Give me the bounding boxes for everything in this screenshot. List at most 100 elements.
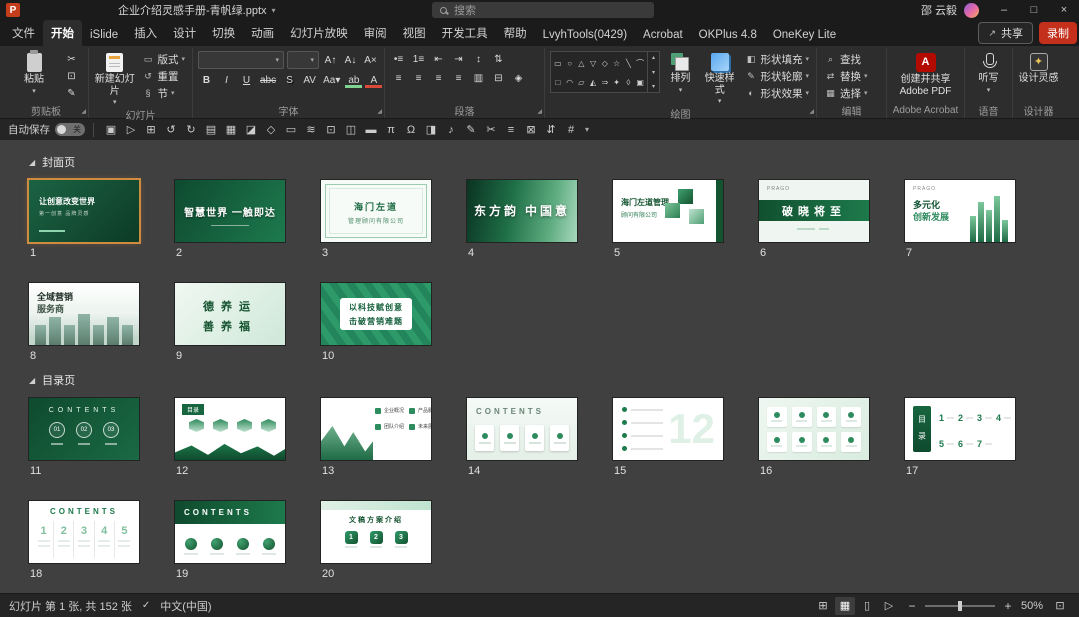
slide-thumbnail-20[interactable]: 文稿方案介绍123 bbox=[321, 501, 431, 563]
section-header-目录页[interactable]: ◢目录页 bbox=[29, 372, 1079, 388]
section-button[interactable]: §节▾ bbox=[139, 85, 187, 101]
strikethrough-icon[interactable]: abc bbox=[258, 72, 278, 88]
cut-tool-icon[interactable]: ✂ bbox=[482, 121, 500, 139]
tab-审阅[interactable]: 审阅 bbox=[356, 20, 395, 46]
slide-thumbnail-16[interactable] bbox=[759, 398, 869, 460]
tab-幻灯片放映[interactable]: 幻灯片放映 bbox=[282, 20, 356, 46]
slide-thumbnail-15[interactable]: 12 bbox=[613, 398, 723, 460]
font-dialog-launcher[interactable]: ◢ bbox=[377, 108, 382, 115]
shape-gallery-item-11-icon[interactable]: ▱ bbox=[578, 78, 584, 87]
font-color-icon[interactable]: A bbox=[365, 72, 382, 88]
comment-icon[interactable]: ◫ bbox=[342, 121, 360, 139]
clipboard-dialog-launcher[interactable]: ◢ bbox=[81, 108, 86, 115]
dictate-button[interactable]: 听写 ▾ bbox=[970, 51, 1007, 95]
shape-gallery-item-9-icon[interactable]: □ bbox=[555, 78, 560, 87]
record-button[interactable]: 录制 bbox=[1039, 22, 1077, 44]
tab-设计[interactable]: 设计 bbox=[165, 20, 204, 46]
shape-gallery-item-15-icon[interactable]: ◊ bbox=[626, 78, 630, 87]
symbol-icon[interactable]: Ω bbox=[402, 121, 420, 139]
shape-gallery-item-1-icon[interactable]: ▭ bbox=[554, 59, 562, 68]
columns-icon[interactable]: ▥ bbox=[470, 70, 487, 86]
tab-文件[interactable]: 文件 bbox=[4, 20, 43, 46]
character-spacing-icon[interactable]: AV bbox=[301, 72, 318, 88]
sort-icon[interactable]: ⇵ bbox=[542, 121, 560, 139]
slide-thumbnail-7[interactable]: PRAGO多元化创新发展 bbox=[905, 180, 1015, 242]
shape-gallery-item-3-icon[interactable]: △ bbox=[578, 59, 584, 68]
clear-formatting-icon[interactable]: A× bbox=[362, 52, 379, 68]
drawing-dialog-launcher[interactable]: ◢ bbox=[809, 108, 814, 115]
slide-thumbnail-12[interactable]: 目录 bbox=[175, 398, 285, 460]
tab-LvyhTools(0429)[interactable]: LvyhTools(0429) bbox=[535, 24, 635, 46]
maximize-button[interactable]: □ bbox=[1019, 0, 1049, 20]
reset-button[interactable]: ↺重置 bbox=[139, 68, 187, 84]
text-highlight-icon[interactable]: ab bbox=[345, 72, 362, 88]
shape-gallery-item-7-icon[interactable]: ╲ bbox=[626, 59, 631, 68]
change-case-icon[interactable]: Aa▾ bbox=[321, 72, 342, 88]
shapes-more-icon[interactable]: ▾ bbox=[652, 83, 655, 90]
slide-thumbnail-8[interactable]: 全域营销服务商 bbox=[29, 283, 139, 345]
autosave-toggle[interactable]: 自动保存 关 bbox=[8, 122, 85, 137]
align-text-icon[interactable]: ⊟ bbox=[490, 70, 507, 86]
bullets-icon[interactable]: •≡ bbox=[390, 51, 407, 67]
share-button[interactable]: ↗ 共享 bbox=[978, 22, 1033, 44]
shape-gallery-item-4-icon[interactable]: ▽ bbox=[590, 59, 596, 68]
search-box[interactable]: 搜索 bbox=[432, 2, 654, 18]
audio-icon[interactable]: ♪ bbox=[442, 121, 460, 139]
user-name[interactable]: 邵 云毅 bbox=[921, 2, 957, 18]
save-icon[interactable]: ▣ bbox=[102, 121, 120, 139]
underline-icon[interactable]: U bbox=[238, 72, 255, 88]
tab-OKPlus 4.8[interactable]: OKPlus 4.8 bbox=[691, 24, 765, 46]
slide-thumbnail-17[interactable]: 目 录1234567 bbox=[905, 398, 1015, 460]
decrease-font-size-icon[interactable]: A↓ bbox=[342, 52, 359, 68]
shape-gallery-item-14-icon[interactable]: ✦ bbox=[613, 78, 620, 87]
decrease-indent-icon[interactable]: ⇤ bbox=[430, 51, 447, 67]
shape-gallery-item-12-icon[interactable]: ◭ bbox=[590, 78, 596, 87]
shape-outline-button[interactable]: ✎形状轮廓▾ bbox=[742, 68, 811, 84]
zoom-level[interactable]: 50% bbox=[1021, 600, 1043, 612]
quick-styles-button[interactable]: 快速样式 ▾ bbox=[701, 51, 739, 106]
shape-effects-button[interactable]: ◐形状效果▾ bbox=[742, 85, 811, 101]
paste-button[interactable]: 粘贴 ▾ bbox=[9, 51, 59, 96]
font-name-select[interactable]: ▾ bbox=[198, 51, 284, 69]
numbering-icon[interactable]: 1≡ bbox=[410, 51, 427, 67]
shape-gallery-item-5-icon[interactable]: ◇ bbox=[602, 59, 608, 68]
tab-插入[interactable]: 插入 bbox=[126, 20, 165, 46]
tab-切换[interactable]: 切换 bbox=[204, 20, 243, 46]
increase-font-size-icon[interactable]: A↑ bbox=[322, 52, 339, 68]
slide-thumbnail-10[interactable]: 以科技赋创意击破营销难题 bbox=[321, 283, 431, 345]
smartart-icon[interactable]: ◈ bbox=[510, 70, 527, 86]
arrange-button[interactable]: 排列 ▾ bbox=[664, 51, 697, 95]
print-icon[interactable]: ▤ bbox=[202, 121, 220, 139]
normal-view-button[interactable]: ⊞ bbox=[813, 597, 833, 615]
create-pdf-button[interactable]: A 创建并共享 Adobe PDF bbox=[894, 51, 958, 97]
align-tool-icon[interactable]: ≡ bbox=[502, 121, 520, 139]
shape-gallery-item-16-icon[interactable]: ▣ bbox=[636, 78, 644, 87]
slide-thumbnail-2[interactable]: 智慧世界 一触即达 bbox=[175, 180, 285, 242]
italic-icon[interactable]: I bbox=[218, 72, 235, 88]
increase-indent-icon[interactable]: ⇥ bbox=[450, 51, 467, 67]
line-spacing-icon[interactable]: ↕ bbox=[470, 51, 487, 67]
document-title[interactable]: 企业介绍灵感手册-青帆绿.pptx ▾ bbox=[118, 0, 276, 20]
shape-gallery-item-8-icon[interactable]: ⌒ bbox=[636, 58, 644, 69]
justify-icon[interactable]: ≡ bbox=[450, 70, 467, 86]
format-painter-icon[interactable]: ✎ bbox=[63, 85, 80, 101]
slide-thumbnail-6[interactable]: PRAGO破晓将至 bbox=[759, 180, 869, 242]
edit-icon[interactable]: ✎ bbox=[462, 121, 480, 139]
slide-thumbnail-13[interactable]: 企业概况产品服务团队介绍未来展望 bbox=[321, 398, 431, 460]
tab-iSlide[interactable]: iSlide bbox=[82, 24, 126, 46]
align-right-icon[interactable]: ≡ bbox=[430, 70, 447, 86]
slide-thumbnail-18[interactable]: CONTENTS12345 bbox=[29, 501, 139, 563]
draw-icon[interactable]: ≋ bbox=[302, 121, 320, 139]
avatar[interactable] bbox=[964, 3, 979, 18]
select-button[interactable]: ▦选择▾ bbox=[822, 85, 870, 101]
text-direction-icon[interactable]: ⇅ bbox=[490, 51, 507, 67]
zoom-out-button[interactable]: − bbox=[906, 599, 918, 613]
slide-thumbnail-1[interactable]: 让创意改变世界第一创意 品牌灵感 bbox=[29, 180, 139, 242]
slide-thumbnail-4[interactable]: 东方韵 中国意 bbox=[467, 180, 577, 242]
zoom-in-button[interactable]: + bbox=[1002, 599, 1014, 613]
shapes-scroll-down-icon[interactable]: ▾ bbox=[652, 69, 655, 76]
tab-帮助[interactable]: 帮助 bbox=[496, 20, 535, 46]
shape-gallery-item-6-icon[interactable]: ☆ bbox=[613, 59, 620, 68]
grid-icon[interactable]: # bbox=[562, 121, 580, 139]
cut-icon[interactable]: ✂ bbox=[63, 51, 80, 67]
